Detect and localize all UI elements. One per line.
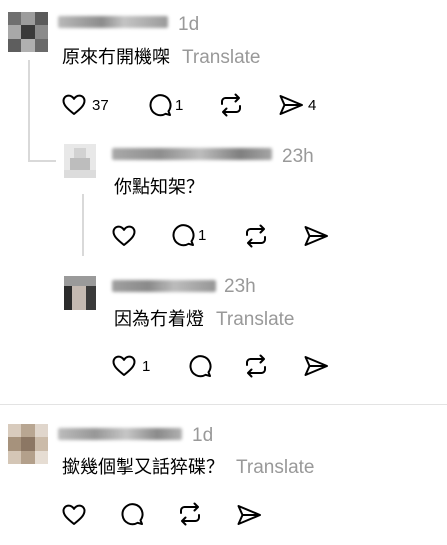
thread-line <box>28 160 56 162</box>
repost-icon <box>246 354 266 378</box>
comment-text: 撳幾個掣又話猝碟？ Translate <box>62 458 315 477</box>
comment-icon <box>149 94 172 117</box>
share-button[interactable] <box>303 225 329 247</box>
heart-icon <box>62 94 86 115</box>
send-icon <box>304 356 328 376</box>
comment-text: 因為冇着燈 Translate <box>114 310 295 329</box>
repost-button[interactable] <box>243 224 269 248</box>
comment-text: 原來冇開機㗎 Translate <box>62 48 261 67</box>
like-button[interactable]: 1 <box>112 355 150 377</box>
reply-count: 1 <box>175 97 184 114</box>
comment-body: 因為冇着燈 <box>114 309 204 330</box>
heart-icon <box>62 504 86 525</box>
reply-button[interactable]: 1 <box>148 94 183 117</box>
translate-link[interactable]: Translate <box>182 47 261 68</box>
share-count: 4 <box>308 96 317 114</box>
like-button[interactable] <box>112 225 136 247</box>
avatar[interactable] <box>64 276 96 310</box>
send-icon <box>304 226 328 246</box>
timestamp: 23h <box>282 146 314 167</box>
heart-icon <box>112 355 136 376</box>
repost-button[interactable] <box>218 93 244 117</box>
send-icon <box>237 505 261 525</box>
avatar[interactable] <box>8 12 48 52</box>
heart-icon <box>112 225 136 246</box>
repost-icon <box>246 224 266 248</box>
share-button[interactable]: 4 <box>278 94 316 116</box>
reply-count: 1 <box>198 227 207 244</box>
comment-icon <box>121 503 144 526</box>
repost-button[interactable] <box>177 502 203 526</box>
reply-button[interactable] <box>188 355 212 378</box>
share-button[interactable] <box>303 355 329 377</box>
translate-link[interactable]: Translate <box>236 457 315 478</box>
timestamp: 23h <box>224 276 256 297</box>
comment-body: 你點知架？ <box>114 177 204 198</box>
comment-icon <box>189 355 212 378</box>
divider <box>0 404 447 405</box>
send-icon <box>279 95 303 115</box>
reply-button[interactable] <box>120 503 144 526</box>
username-blurred[interactable] <box>58 16 168 28</box>
repost-button[interactable] <box>243 354 269 378</box>
username-blurred[interactable] <box>58 428 182 440</box>
timestamp: 1d <box>192 425 214 446</box>
reply-button[interactable]: 1 <box>171 224 206 247</box>
like-button[interactable]: 37 <box>62 94 109 116</box>
repost-icon <box>180 502 200 526</box>
timestamp: 1d <box>178 14 200 35</box>
avatar[interactable] <box>8 424 48 464</box>
like-count: 1 <box>142 357 151 375</box>
avatar[interactable] <box>64 144 96 178</box>
comment-icon <box>172 224 195 247</box>
repost-icon <box>221 93 241 117</box>
share-button[interactable] <box>236 504 262 526</box>
username-blurred[interactable] <box>112 280 216 292</box>
comment-body: 原來冇開機㗎 <box>62 47 170 68</box>
like-button[interactable] <box>62 504 86 526</box>
comment-body: 撳幾個掣又話猝碟？ <box>62 457 224 478</box>
translate-link[interactable]: Translate <box>216 309 295 330</box>
thread-line <box>82 194 84 256</box>
username-blurred[interactable] <box>112 148 272 160</box>
comment-text: 你點知架？ <box>114 179 204 197</box>
thread-line <box>28 60 30 162</box>
like-count: 37 <box>92 96 109 114</box>
